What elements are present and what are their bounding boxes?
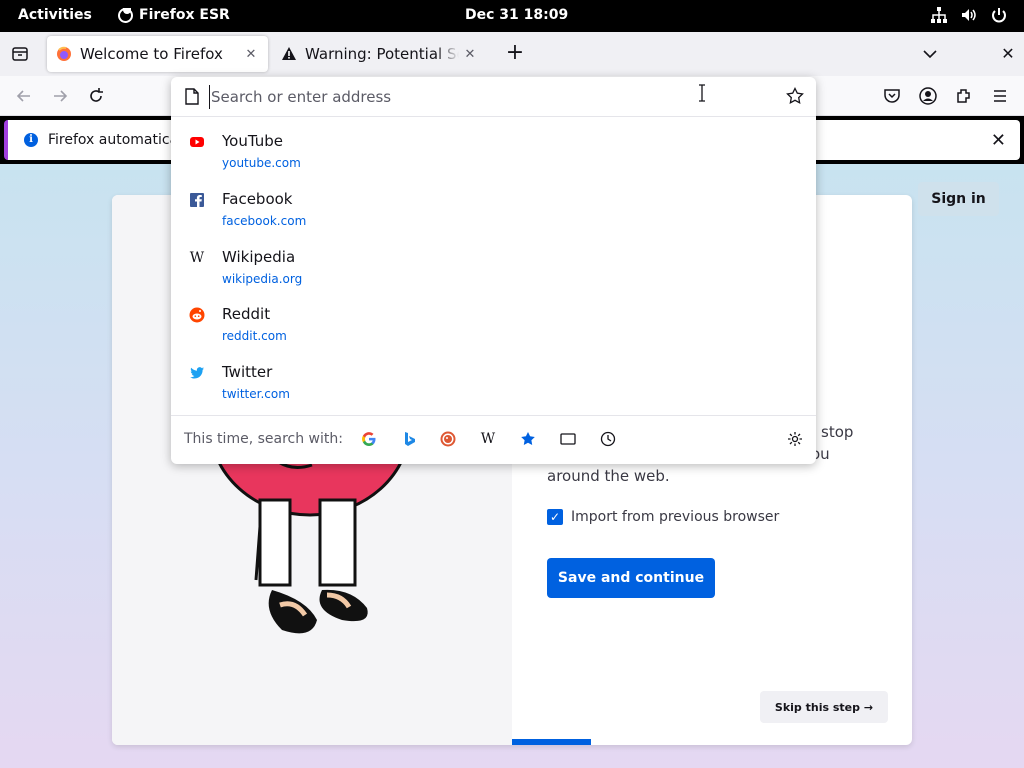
twitter-icon bbox=[189, 365, 205, 381]
forward-icon[interactable] bbox=[50, 86, 70, 106]
suggestion-name: YouTube bbox=[222, 132, 283, 150]
onboarding-progress bbox=[512, 739, 591, 745]
close-window-icon[interactable]: ✕ bbox=[998, 44, 1018, 64]
tabs-icon[interactable] bbox=[560, 431, 576, 447]
firefox-icon bbox=[56, 46, 72, 62]
bookmarks-icon[interactable] bbox=[520, 431, 536, 447]
google-icon[interactable] bbox=[361, 431, 377, 447]
reload-icon[interactable] bbox=[86, 86, 106, 106]
description-line: around the web. bbox=[547, 467, 670, 485]
urlbar-input-row bbox=[171, 77, 816, 117]
firefox-view-icon[interactable] bbox=[11, 45, 29, 63]
address-input[interactable] bbox=[209, 85, 709, 109]
one-off-search-bar: This time, search with: W bbox=[171, 415, 816, 464]
volume-icon[interactable] bbox=[960, 6, 978, 24]
import-checkbox[interactable]: ✓ bbox=[547, 509, 563, 525]
close-tab-icon[interactable]: ✕ bbox=[240, 43, 262, 65]
suggestion-name: Facebook bbox=[222, 190, 293, 208]
description-line: ou bbox=[811, 445, 830, 463]
tab-security-warning[interactable]: Warning: Potential Security Risk Ahead ✕ bbox=[272, 36, 487, 72]
pocket-icon[interactable] bbox=[882, 86, 902, 106]
wikipedia-icon[interactable]: W bbox=[480, 431, 496, 447]
suggestion-wikipedia[interactable]: W Wikipedia wikipedia.org bbox=[179, 245, 808, 299]
suggestion-name: Twitter bbox=[222, 363, 273, 381]
chevron-down-icon[interactable] bbox=[920, 45, 940, 63]
tab-title: Warning: Potential Security Risk Ahead bbox=[305, 45, 459, 63]
suggestion-url: youtube.com bbox=[222, 156, 301, 170]
system-tray[interactable] bbox=[930, 6, 1008, 24]
page-icon bbox=[185, 88, 199, 105]
suggestion-facebook[interactable]: Facebook facebook.com bbox=[179, 187, 808, 241]
suggestion-youtube[interactable]: YouTube youtube.com bbox=[179, 129, 808, 183]
gear-icon[interactable] bbox=[787, 431, 803, 447]
urlbar-popup: YouTube youtube.com Facebook facebook.co… bbox=[171, 77, 816, 464]
suggestion-url: wikipedia.org bbox=[222, 272, 303, 286]
bing-icon[interactable] bbox=[401, 431, 417, 447]
suggestion-url: reddit.com bbox=[222, 329, 287, 343]
power-icon[interactable] bbox=[990, 6, 1008, 24]
new-tab-icon[interactable]: + bbox=[505, 42, 525, 64]
app-menu[interactable]: Firefox ESR bbox=[118, 7, 230, 23]
warning-icon bbox=[281, 46, 297, 62]
app-name: Firefox ESR bbox=[139, 7, 230, 23]
history-icon[interactable] bbox=[600, 431, 616, 447]
save-and-continue-button[interactable]: Save and continue bbox=[547, 558, 715, 598]
suggestion-name: Reddit bbox=[222, 305, 271, 323]
bookmark-star-icon[interactable] bbox=[786, 87, 804, 105]
activities-button[interactable]: Activities bbox=[18, 7, 92, 23]
sign-in-button[interactable]: Sign in bbox=[918, 182, 999, 216]
extensions-icon[interactable] bbox=[954, 86, 974, 106]
youtube-icon bbox=[189, 134, 205, 150]
clock[interactable]: Dec 31 18:09 bbox=[465, 7, 568, 23]
firefox-icon bbox=[118, 7, 133, 23]
account-icon[interactable] bbox=[918, 86, 938, 106]
close-icon[interactable]: ✕ bbox=[991, 130, 1006, 151]
back-icon[interactable] bbox=[14, 86, 34, 106]
facebook-icon bbox=[189, 192, 205, 208]
system-top-bar: Activities Firefox ESR Dec 31 18:09 bbox=[0, 0, 1024, 32]
reddit-icon bbox=[189, 307, 205, 323]
suggestion-twitter[interactable]: Twitter twitter.com bbox=[179, 360, 808, 414]
info-icon: i bbox=[24, 133, 38, 147]
text-cursor-icon bbox=[699, 84, 705, 102]
network-icon[interactable] bbox=[930, 6, 948, 24]
wikipedia-icon: W bbox=[189, 250, 205, 266]
suggestion-reddit[interactable]: Reddit reddit.com bbox=[179, 302, 808, 356]
suggestion-name: Wikipedia bbox=[222, 248, 296, 266]
tab-welcome[interactable]: Welcome to Firefox ✕ bbox=[47, 36, 268, 72]
skip-step-button[interactable]: Skip this step → bbox=[760, 691, 888, 723]
menu-icon[interactable] bbox=[990, 86, 1010, 106]
duckduckgo-icon[interactable] bbox=[440, 431, 456, 447]
suggestion-url: facebook.com bbox=[222, 214, 307, 228]
tab-title: Welcome to Firefox bbox=[80, 45, 223, 63]
import-checkbox-row[interactable]: ✓ Import from previous browser bbox=[547, 509, 779, 525]
suggestion-url: twitter.com bbox=[222, 387, 290, 401]
description-line: stop bbox=[821, 423, 854, 441]
import-label: Import from previous browser bbox=[571, 509, 780, 525]
close-tab-icon[interactable]: ✕ bbox=[459, 43, 481, 65]
one-off-label: This time, search with: bbox=[184, 431, 343, 447]
